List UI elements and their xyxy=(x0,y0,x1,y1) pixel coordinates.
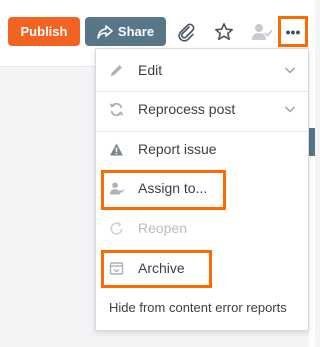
publish-button[interactable]: Publish xyxy=(8,17,80,46)
pencil-icon xyxy=(108,62,124,78)
menu-item-label: Report issue xyxy=(138,141,217,157)
assign-user-icon[interactable] xyxy=(249,18,275,46)
menu-item-label: Reopen xyxy=(138,220,188,236)
share-arrow-icon xyxy=(97,24,113,39)
menu-item-reopen[interactable]: Reopen xyxy=(96,210,308,246)
menu-item-hide-from-reports[interactable]: Hide from content error reports xyxy=(109,300,287,315)
menu-item-report-issue[interactable]: Report issue xyxy=(96,131,308,167)
paperclip-icon[interactable] xyxy=(173,18,199,46)
chevron-down-icon xyxy=(284,102,296,118)
right-panel-edge xyxy=(309,66,315,347)
refresh-icon xyxy=(108,101,124,117)
more-options-menu: Edit Reprocess post Report issue Assign … xyxy=(95,48,309,331)
warning-icon xyxy=(108,141,124,157)
share-button[interactable]: Share xyxy=(85,17,166,46)
more-icon: ••• xyxy=(285,23,301,40)
chevron-down-icon xyxy=(284,63,296,79)
right-panel-accent xyxy=(309,128,315,156)
menu-item-label: Reprocess post xyxy=(138,101,236,117)
archive-highlight xyxy=(101,250,212,288)
menu-item-reprocess-post[interactable]: Reprocess post xyxy=(96,91,308,127)
menu-item-edit[interactable]: Edit xyxy=(96,52,308,88)
publish-label: Publish xyxy=(20,24,68,39)
more-options-button[interactable]: ••• xyxy=(278,16,308,47)
assign-to-highlight xyxy=(101,170,226,210)
reopen-icon xyxy=(108,220,124,236)
share-label: Share xyxy=(117,24,155,39)
app-stage: Publish Share ••• Edit Reprocess post Re… xyxy=(0,0,315,347)
star-icon[interactable] xyxy=(211,18,237,46)
menu-item-label: Edit xyxy=(138,62,163,78)
